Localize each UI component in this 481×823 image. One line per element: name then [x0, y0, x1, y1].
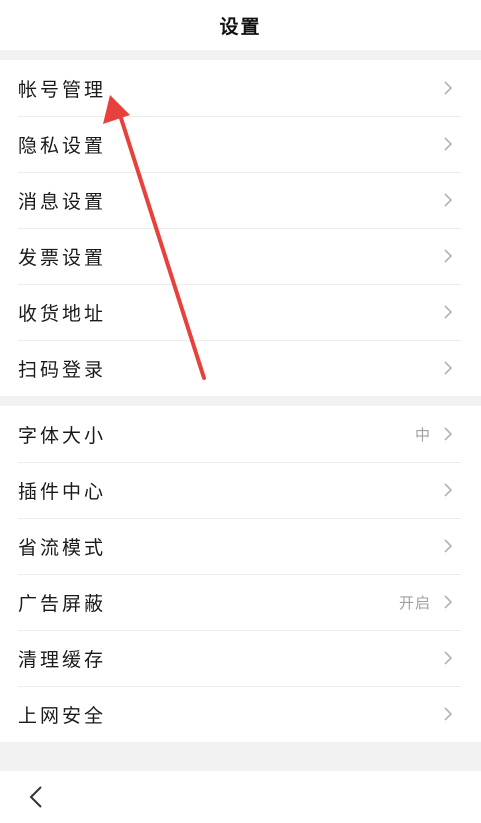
settings-item-web-security[interactable]: 上网安全: [0, 686, 481, 742]
settings-item-qr-login[interactable]: 扫码登录: [0, 340, 481, 396]
chevron-right-icon: [441, 538, 455, 554]
header-bar: 设置: [0, 0, 481, 50]
settings-group-browser: 字体大小 中 插件中心 省流模式 广告屏蔽 开启 清理缓存 上网安全: [0, 406, 481, 742]
chevron-right-icon: [441, 426, 455, 442]
chevron-right-icon: [441, 594, 455, 610]
settings-item-value: 中: [414, 425, 431, 444]
settings-item-invoice[interactable]: 发票设置: [0, 228, 481, 284]
section-gap: [0, 742, 481, 771]
settings-item-clear-cache[interactable]: 清理缓存: [0, 630, 481, 686]
settings-item-label: 消息设置: [18, 190, 107, 213]
chevron-left-icon: [29, 786, 42, 808]
chevron-right-icon: [441, 248, 455, 264]
settings-item-shipping-address[interactable]: 收货地址: [0, 284, 481, 340]
settings-item-data-saver[interactable]: 省流模式: [0, 518, 481, 574]
settings-item-label: 上网安全: [18, 704, 107, 727]
settings-item-label: 省流模式: [18, 536, 107, 559]
chevron-right-icon: [441, 80, 455, 96]
chevron-right-icon: [441, 482, 455, 498]
settings-item-plugin-center[interactable]: 插件中心: [0, 462, 481, 518]
settings-item-label: 隐私设置: [18, 134, 107, 157]
settings-item-label: 插件中心: [18, 480, 107, 503]
chevron-right-icon: [441, 706, 455, 722]
settings-group-account: 帐号管理 隐私设置 消息设置 发票设置 收货地址 扫码登录: [0, 60, 481, 396]
settings-item-messages[interactable]: 消息设置: [0, 172, 481, 228]
chevron-right-icon: [441, 360, 455, 376]
settings-item-label: 字体大小: [18, 424, 107, 447]
settings-item-label: 收货地址: [18, 302, 107, 325]
settings-item-privacy[interactable]: 隐私设置: [0, 116, 481, 172]
settings-item-label: 清理缓存: [18, 648, 107, 671]
settings-item-ad-block[interactable]: 广告屏蔽 开启: [0, 574, 481, 630]
chevron-right-icon: [441, 136, 455, 152]
settings-item-value: 开启: [398, 593, 431, 612]
back-button[interactable]: [26, 784, 48, 810]
settings-item-font-size[interactable]: 字体大小 中: [0, 406, 481, 462]
settings-item-account-management[interactable]: 帐号管理: [0, 60, 481, 116]
section-gap: [0, 50, 481, 60]
chevron-right-icon: [441, 304, 455, 320]
settings-item-label: 发票设置: [18, 246, 107, 269]
chevron-right-icon: [441, 650, 455, 666]
chevron-right-icon: [441, 192, 455, 208]
settings-item-label: 扫码登录: [18, 358, 107, 381]
section-gap: [0, 396, 481, 406]
bottom-toolbar: [0, 771, 481, 823]
page-title: 设置: [219, 15, 262, 38]
settings-item-label: 广告屏蔽: [18, 592, 107, 615]
settings-item-label: 帐号管理: [18, 78, 107, 101]
